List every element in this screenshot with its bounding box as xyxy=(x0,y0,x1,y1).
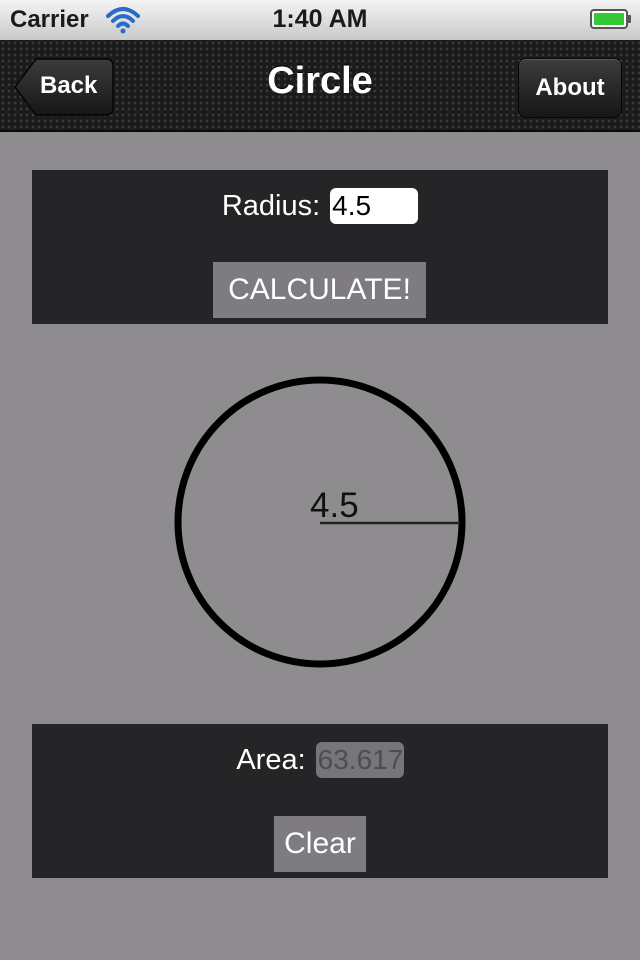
radius-input-panel: Radius: CALCULATE! xyxy=(32,170,608,324)
battery-icon xyxy=(590,9,631,29)
status-time: 1:40 AM xyxy=(272,5,368,33)
radius-value-label: 4.5 xyxy=(310,486,359,525)
radius-input[interactable] xyxy=(330,188,419,224)
calculate-button[interactable]: CALCULATE! xyxy=(213,262,426,318)
area-result-panel: Area: 63.617 Clear xyxy=(32,724,608,878)
clear-button[interactable]: Clear xyxy=(274,816,366,872)
radius-label: Radius: xyxy=(221,189,321,222)
area-output: 63.617 xyxy=(315,742,404,778)
navigation-bar: Back Circle About xyxy=(0,40,640,132)
radius-row: Radius: xyxy=(32,186,608,226)
about-button[interactable]: About xyxy=(518,58,622,118)
area-label: Area: xyxy=(236,743,306,776)
area-row: Area: 63.617 xyxy=(32,740,608,780)
status-bar: Carrier 1:40 AM xyxy=(0,0,640,40)
